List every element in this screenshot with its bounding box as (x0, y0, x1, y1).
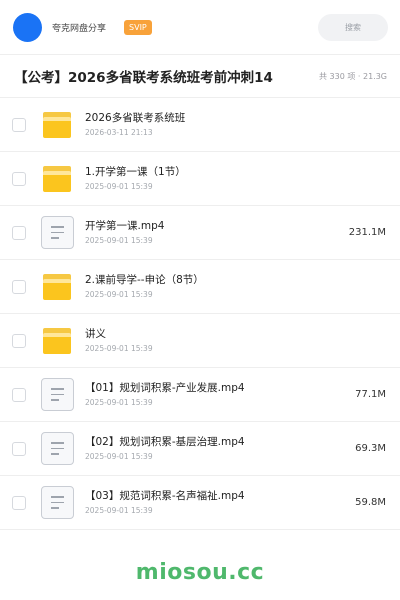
item-date: 2025-09-01 15:39 (85, 398, 153, 407)
folder-title: 【公考】2026多省联考系统班考前冲刺14 (14, 70, 273, 86)
folder-title-bar: 【公考】2026多省联考系统班考前冲刺14 共 330 项 · 21.3G (0, 54, 400, 98)
folder-icon (40, 324, 74, 358)
item-name: 【02】规划词积累-基层治理.mp4 (85, 436, 245, 448)
item-name: 1.开学第一课（1节） (85, 166, 186, 178)
list-item[interactable]: 【03】规范词积累-名声福祉.mp4 2025-09-01 15:39 59.8… (0, 476, 400, 530)
item-size: 77.1M (355, 389, 386, 400)
item-date: 2025-09-01 15:39 (85, 452, 153, 461)
item-checkbox[interactable] (12, 279, 26, 294)
item-checkbox[interactable] (12, 117, 26, 132)
item-checkbox[interactable] (12, 333, 26, 348)
search-button[interactable]: 搜索 (318, 13, 388, 41)
video-file-icon (40, 378, 74, 412)
item-date: 2025-09-01 15:39 (85, 506, 153, 515)
item-checkbox[interactable] (12, 441, 26, 456)
item-name: 2026多省联考系统班 (85, 112, 186, 124)
item-name: 讲义 (85, 328, 106, 340)
avatar[interactable] (13, 12, 42, 42)
file-list: 2026多省联考系统班 2026-03-11 21:13 1.开学第一课（1节）… (0, 98, 400, 530)
username: 夸克网盘分享 (52, 23, 107, 34)
list-item[interactable]: 讲义 2025-09-01 15:39 (0, 314, 400, 368)
item-name: 2.课前导学--申论（8节） (85, 274, 204, 286)
site-watermark: miosou.cc (135, 560, 265, 585)
item-name: 【01】规划词积累-产业发展.mp4 (85, 382, 245, 394)
item-checkbox[interactable] (12, 495, 26, 510)
item-name: 开学第一课.mp4 (85, 220, 165, 232)
folder-icon (40, 270, 74, 304)
item-date: 2025-09-01 15:39 (85, 182, 153, 191)
item-date: 2025-09-01 15:39 (85, 290, 153, 299)
video-file-icon (40, 486, 74, 520)
list-item[interactable]: 开学第一课.mp4 2025-09-01 15:39 231.1M (0, 206, 400, 260)
list-item[interactable]: 1.开学第一课（1节） 2025-09-01 15:39 (0, 152, 400, 206)
item-checkbox[interactable] (12, 225, 26, 240)
item-date: 2025-09-01 15:39 (85, 344, 153, 353)
item-size: 69.3M (355, 443, 386, 454)
item-size: 59.8M (355, 497, 386, 508)
video-file-icon (40, 216, 74, 250)
folder-icon (40, 108, 74, 142)
item-size: 231.1M (348, 227, 386, 238)
folder-meta: 共 330 项 · 21.3G (319, 71, 387, 81)
item-name: 【03】规范词积累-名声福祉.mp4 (85, 490, 245, 502)
item-checkbox[interactable] (12, 171, 26, 186)
list-item[interactable]: 【01】规划词积累-产业发展.mp4 2025-09-01 15:39 77.1… (0, 368, 400, 422)
list-item[interactable]: 2.课前导学--申论（8节） 2025-09-01 15:39 (0, 260, 400, 314)
list-item[interactable]: 【02】规划词积累-基层治理.mp4 2025-09-01 15:39 69.3… (0, 422, 400, 476)
folder-icon (40, 162, 74, 196)
video-file-icon (40, 432, 74, 466)
search-placeholder: 搜索 (345, 22, 361, 32)
list-item[interactable]: 2026多省联考系统班 2026-03-11 21:13 (0, 98, 400, 152)
app-header: 夸克网盘分享 SVIP 搜索 (0, 0, 400, 54)
item-date: 2026-03-11 21:13 (85, 128, 153, 137)
svip-badge: SVIP (124, 19, 152, 35)
item-checkbox[interactable] (12, 387, 26, 402)
item-date: 2025-09-01 15:39 (85, 236, 153, 245)
